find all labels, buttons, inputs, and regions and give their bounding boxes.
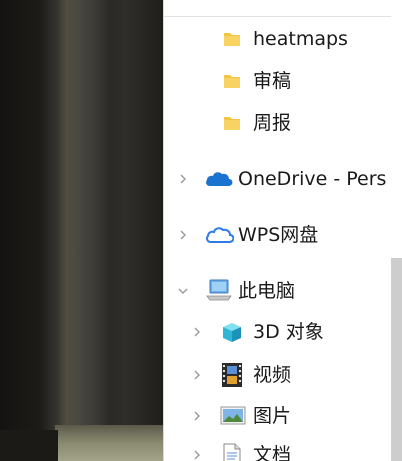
nav-item-pictures[interactable]: 图片 — [164, 401, 390, 431]
pictures-icon — [220, 405, 246, 427]
file-explorer-nav-pane: heatmaps 审稿 周报 OneDrive - Pers WPS网盘 此电脑… — [163, 0, 402, 461]
nav-item-heatmaps[interactable]: heatmaps — [164, 24, 390, 54]
desktop-glow — [58, 0, 76, 461]
nav-item-label: 3D 对象 — [253, 321, 324, 343]
nav-item-label: 周报 — [253, 112, 292, 134]
nav-item-wps[interactable]: WPS网盘 — [164, 220, 390, 250]
nav-item-label: WPS网盘 — [238, 224, 319, 246]
chevron-right-icon[interactable] — [190, 368, 204, 382]
nav-item-label: 文档 — [253, 444, 292, 461]
nav-item-3d-objects[interactable]: 3D 对象 — [164, 317, 390, 347]
nav-item-label: 此电脑 — [238, 280, 296, 302]
folder-icon — [222, 71, 242, 91]
scrollbar-thumb[interactable] — [391, 258, 402, 461]
folder-icon — [222, 113, 242, 133]
nav-item-shengao[interactable]: 审稿 — [164, 66, 390, 96]
folder-icon — [222, 29, 242, 49]
chevron-right-icon[interactable] — [176, 172, 190, 186]
nav-item-label: 图片 — [253, 405, 292, 427]
video-icon — [221, 362, 243, 388]
nav-item-label: 审稿 — [253, 70, 292, 92]
chevron-down-icon[interactable] — [176, 284, 190, 298]
nav-item-this-pc[interactable]: 此电脑 — [164, 276, 390, 306]
screen: heatmaps 审稿 周报 OneDrive - Pers WPS网盘 此电脑… — [0, 0, 402, 461]
nav-item-videos[interactable]: 视频 — [164, 360, 390, 390]
nav-item-onedrive[interactable]: OneDrive - Pers — [164, 164, 390, 194]
nav-pane-top-edge — [164, 0, 402, 17]
desktop-background — [0, 0, 165, 461]
3d-objects-icon — [220, 321, 244, 345]
chevron-right-icon[interactable] — [190, 409, 204, 423]
wps-cloud-icon — [204, 224, 235, 244]
chevron-right-icon[interactable] — [176, 228, 190, 242]
scrollbar-track-upper[interactable] — [391, 0, 402, 258]
vertical-scrollbar[interactable] — [391, 0, 402, 461]
chevron-right-icon[interactable] — [190, 325, 204, 339]
computer-icon — [206, 278, 232, 302]
nav-item-label: 视频 — [253, 364, 292, 386]
desktop-bottom-dark — [0, 430, 58, 461]
chevron-right-icon[interactable] — [190, 448, 204, 461]
nav-item-documents[interactable]: 文档 — [164, 440, 390, 461]
nav-item-label: OneDrive - Pers — [238, 168, 387, 190]
desktop-bottom-area — [55, 425, 165, 461]
nav-item-zhoubao[interactable]: 周报 — [164, 108, 390, 138]
documents-icon — [222, 443, 242, 461]
nav-item-label: heatmaps — [253, 28, 348, 50]
onedrive-cloud-icon — [204, 168, 234, 188]
